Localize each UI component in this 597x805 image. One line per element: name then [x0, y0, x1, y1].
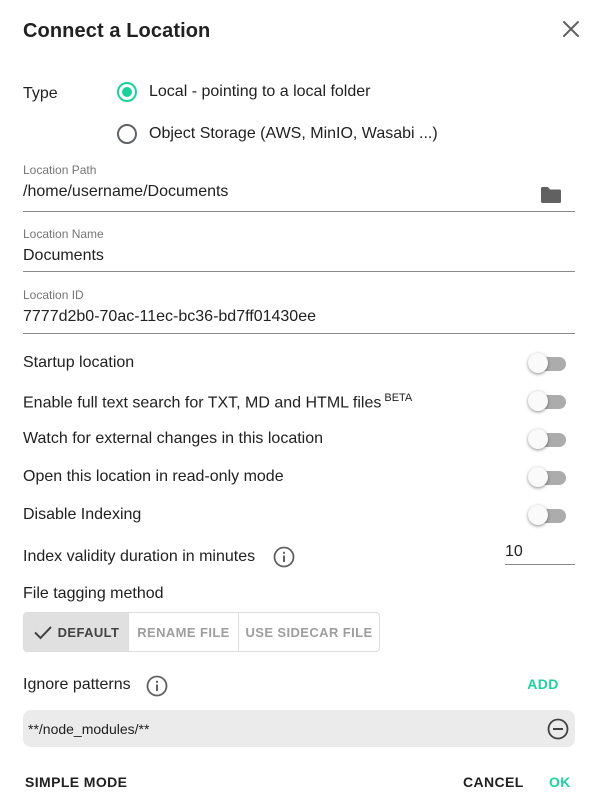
simple-mode-button[interactable]: SIMPLE MODE: [25, 774, 127, 790]
tagging-rename-file-label: RENAME FILE: [137, 624, 230, 640]
file-tagging-label: File tagging method: [23, 585, 164, 602]
folder-icon[interactable]: [540, 186, 562, 204]
watch-changes-label: Watch for external changes in this locat…: [23, 430, 324, 447]
switch-row-readonly: Open this location in read-only mode: [23, 465, 575, 491]
remove-circle-icon[interactable]: [547, 718, 569, 740]
switch-row-watch: Watch for external changes in this locat…: [23, 427, 575, 453]
fulltext-search-label: Enable full text search for TXT, MD and …: [23, 392, 413, 412]
tagging-method-toggle: DEFAULT RENAME FILE USE SIDECAR FILE: [23, 612, 380, 652]
switch-row-fulltext: Enable full text search for TXT, MD and …: [23, 389, 575, 415]
location-name-input[interactable]: Documents: [23, 247, 575, 269]
tagging-default-button[interactable]: DEFAULT: [24, 613, 129, 651]
radio-local-indicator[interactable]: [117, 82, 137, 102]
check-icon: [33, 626, 52, 640]
location-path-underline: [23, 211, 575, 212]
tagging-sidecar-button[interactable]: USE SIDECAR FILE: [239, 613, 379, 651]
info-icon[interactable]: [273, 546, 295, 568]
radio-local[interactable]: Local - pointing to a local folder: [117, 82, 370, 102]
dialog-title: Connect a Location: [23, 20, 211, 42]
tagging-default-label: DEFAULT: [57, 624, 120, 640]
close-button[interactable]: [558, 16, 584, 42]
location-id-label: Location ID: [23, 288, 84, 302]
radio-object-storage[interactable]: Object Storage (AWS, MinIO, Wasabi ...): [117, 124, 438, 144]
connect-location-dialog: Connect a Location Type Local - pointing…: [0, 0, 597, 805]
cancel-button[interactable]: CANCEL: [463, 774, 524, 790]
location-path-label: Location Path: [23, 163, 97, 177]
fulltext-search-switch[interactable]: [528, 389, 566, 415]
location-path-input[interactable]: /home/username/Documents: [23, 183, 575, 205]
type-label: Type: [23, 85, 58, 102]
radio-local-label: Local - pointing to a local folder: [149, 83, 371, 100]
add-pattern-button[interactable]: ADD: [520, 676, 566, 692]
ignore-pattern-item: **/node_modules/**: [23, 710, 575, 747]
index-validity-label: Index validity duration in minutes: [23, 548, 256, 565]
disable-indexing-label: Disable Indexing: [23, 506, 142, 523]
ignore-patterns-label: Ignore patterns: [23, 676, 131, 693]
read-only-switch[interactable]: [528, 465, 566, 491]
disable-indexing-switch[interactable]: [528, 503, 566, 529]
location-name-underline: [23, 271, 575, 272]
location-name-field[interactable]: Location Name Documents: [23, 227, 575, 272]
watch-changes-switch[interactable]: [528, 427, 566, 453]
read-only-label: Open this location in read-only mode: [23, 468, 284, 485]
location-path-field[interactable]: Location Path /home/username/Documents: [23, 163, 575, 212]
location-id-input[interactable]: 7777d2b0-70ac-11ec-bc36-bd7ff01430ee: [23, 308, 575, 330]
tagging-sidecar-label: USE SIDECAR FILE: [245, 624, 373, 640]
close-icon: [563, 21, 579, 37]
index-validity-input[interactable]: [505, 540, 575, 565]
switch-row-startup: Startup location: [23, 351, 575, 377]
startup-location-switch[interactable]: [528, 351, 566, 377]
radio-object-storage-indicator[interactable]: [117, 124, 137, 144]
ignore-pattern-text: **/node_modules/**: [28, 721, 150, 737]
beta-badge: BETA: [384, 392, 413, 404]
startup-location-label: Startup location: [23, 354, 135, 371]
location-id-underline: [23, 333, 575, 334]
location-name-label: Location Name: [23, 227, 104, 241]
switch-row-indexing: Disable Indexing: [23, 503, 575, 529]
ignore-info-icon[interactable]: [146, 675, 168, 697]
tagging-rename-file-button[interactable]: RENAME FILE: [129, 613, 239, 651]
radio-object-storage-label: Object Storage (AWS, MinIO, Wasabi ...): [149, 125, 438, 142]
ok-button[interactable]: OK: [549, 774, 571, 790]
location-id-field[interactable]: Location ID 7777d2b0-70ac-11ec-bc36-bd7f…: [23, 288, 575, 334]
